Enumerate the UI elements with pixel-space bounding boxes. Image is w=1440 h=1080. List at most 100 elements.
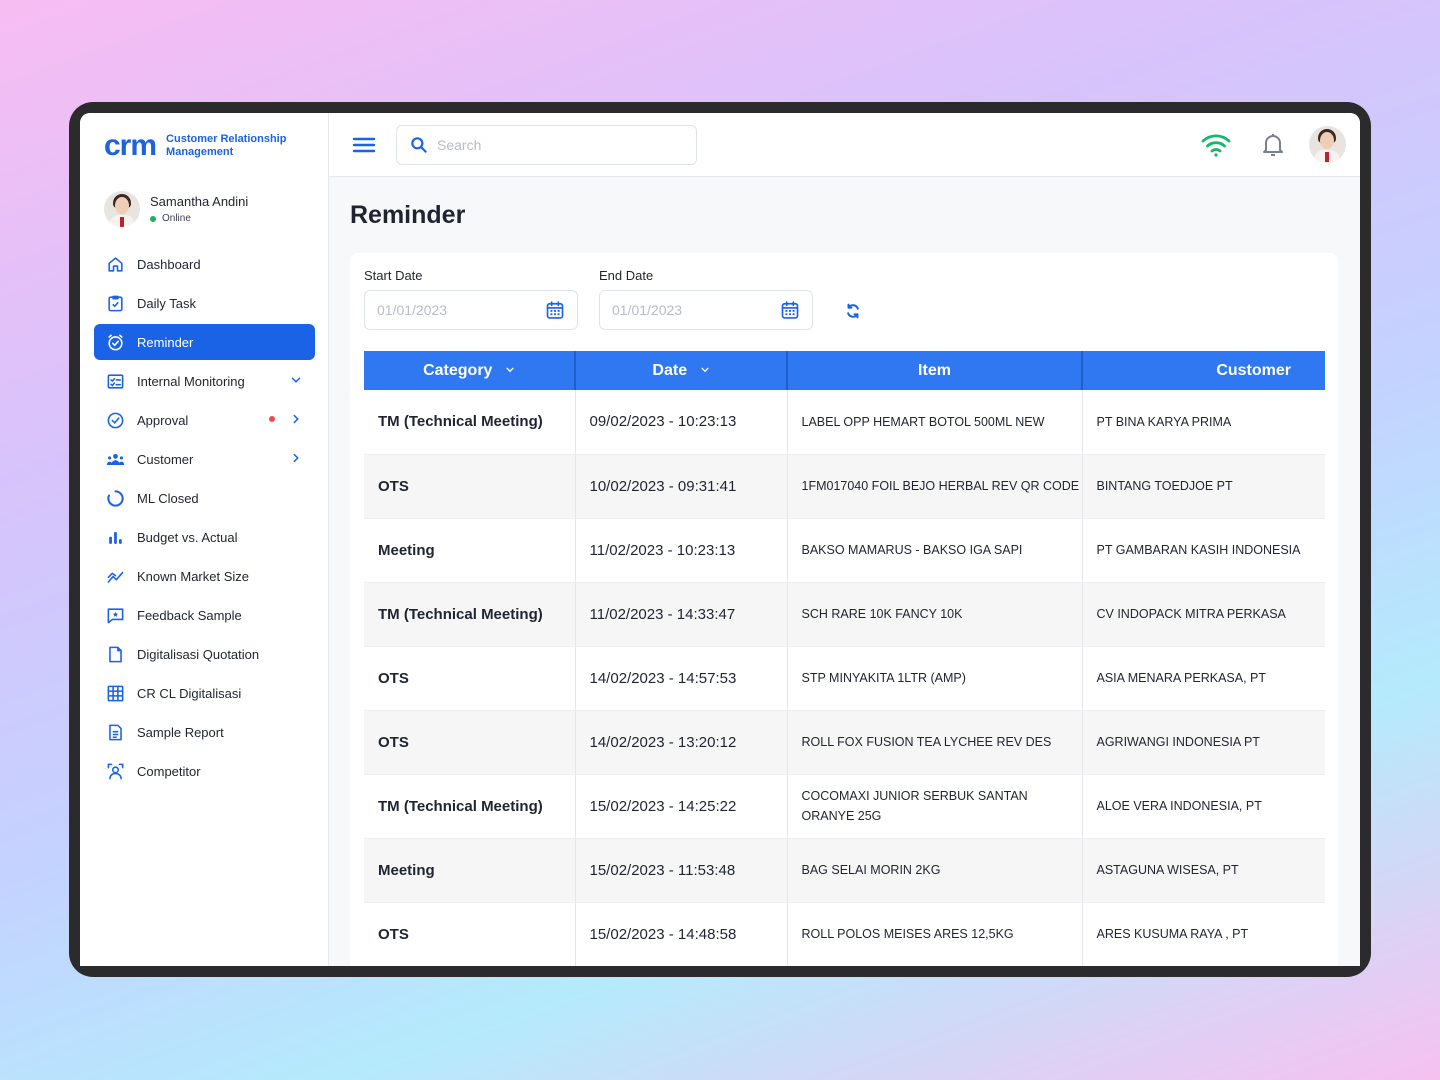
checklist-icon — [105, 371, 125, 391]
sidebar-item-known-market-size[interactable]: Known Market Size — [94, 558, 315, 594]
refresh-icon[interactable] — [844, 302, 862, 320]
chevron-right-icon[interactable] — [289, 451, 303, 465]
cell-date: 09/02/2023 - 10:23:13 — [575, 390, 788, 455]
end-date-input[interactable] — [612, 302, 762, 318]
calendar-icon[interactable] — [545, 300, 565, 320]
cell-category: Meeting — [364, 518, 576, 583]
cell-customer: AGRIWANGI INDONESIA PT — [1082, 710, 1325, 775]
cell-item: ROLL POLOS MEISES ARES 12,5KG — [787, 902, 1083, 966]
reminder-card: Start Date End Date Category Date — [350, 253, 1338, 966]
cell-customer: CV INDOPACK MITRA PERKASA — [1082, 582, 1325, 647]
sidebar-item-digitalisasi-quotation[interactable]: Digitalisasi Quotation — [94, 636, 315, 672]
sidebar-item-label: Reminder — [137, 334, 194, 350]
sidebar-item-customer[interactable]: Customer — [94, 441, 315, 477]
chevron-down-icon — [506, 367, 514, 373]
sidebar-item-label: Internal Monitoring — [137, 373, 245, 389]
profile-avatar[interactable] — [1309, 126, 1346, 163]
table-row[interactable]: TM (Technical Meeting) 15/02/2023 - 14:2… — [364, 774, 1325, 839]
column-header-date[interactable]: Date — [575, 351, 788, 390]
page-title: Reminder — [350, 201, 466, 229]
report-icon — [105, 722, 125, 742]
notification-dot-icon — [269, 416, 275, 422]
logo-line-1: Customer Relationship — [166, 133, 287, 145]
home-icon — [105, 254, 125, 274]
start-date-label: Start Date — [364, 268, 423, 283]
wifi-icon[interactable] — [1201, 132, 1231, 158]
search-icon — [411, 137, 427, 153]
sidebar-item-cr-cl-digitalisasi[interactable]: CR CL Digitalisasi — [94, 675, 315, 711]
cell-date: 14/02/2023 - 14:57:53 — [575, 646, 788, 711]
cell-item: BAKSO MAMARUS - BAKSO IGA SAPI — [787, 518, 1083, 583]
sidebar-item-label: Daily Task — [137, 295, 197, 311]
start-date-field — [364, 290, 578, 330]
chevron-right-icon[interactable] — [289, 412, 303, 426]
chevron-down-icon[interactable] — [289, 373, 303, 387]
notification-bell-icon[interactable] — [1261, 131, 1285, 159]
hamburger-menu-icon[interactable] — [351, 133, 377, 157]
cell-customer: PT BINA KARYA PRIMA — [1082, 390, 1325, 455]
cell-category: OTS — [364, 710, 576, 775]
sidebar-item-approval[interactable]: Approval — [94, 402, 315, 438]
column-header-item: Item — [787, 351, 1083, 390]
sidebar-nav: Dashboard Daily Task Reminder Internal M… — [94, 246, 315, 792]
sidebar-item-label: Approval — [137, 412, 189, 428]
start-date-input[interactable] — [377, 302, 527, 318]
cell-category: TM (Technical Meeting) — [364, 774, 576, 839]
ring-icon — [105, 488, 125, 508]
table-row[interactable]: OTS 14/02/2023 - 14:57:53 STP MINYAKITA … — [364, 646, 1325, 711]
clock-check-icon — [105, 332, 125, 352]
cell-date: 14/02/2023 - 13:20:12 — [575, 710, 788, 775]
app-logo[interactable]: crm Customer Relationship Management — [104, 129, 286, 163]
logo-text: Customer Relationship Management — [166, 133, 286, 159]
sidebar-item-daily-task[interactable]: Daily Task — [94, 285, 315, 321]
cell-category: OTS — [364, 646, 576, 711]
table-row[interactable]: OTS 15/02/2023 - 14:48:58 ROLL POLOS MEI… — [364, 902, 1325, 966]
sidebar-item-label: ML Closed — [137, 490, 199, 506]
cell-date: 15/02/2023 - 14:25:22 — [575, 774, 788, 839]
table-row[interactable]: OTS 10/02/2023 - 09:31:41 1FM017040 FOIL… — [364, 454, 1325, 519]
table-row[interactable]: Meeting 11/02/2023 - 10:23:13 BAKSO MAMA… — [364, 518, 1325, 583]
table-row[interactable]: OTS 14/02/2023 - 13:20:12 ROLL FOX FUSIO… — [364, 710, 1325, 775]
sidebar-item-competitor[interactable]: Competitor — [94, 753, 315, 789]
cell-item: ROLL FOX FUSION TEA LYCHEE REV DES — [787, 710, 1083, 775]
table-row[interactable]: TM (Technical Meeting) 11/02/2023 - 14:3… — [364, 582, 1325, 647]
column-header-category[interactable]: Category — [364, 351, 576, 390]
search-box — [396, 125, 697, 165]
cell-item: BAG SELAI MORIN 2KG — [787, 838, 1083, 903]
user-name: Samantha Andini — [150, 194, 249, 209]
cell-date: 15/02/2023 - 11:53:48 — [575, 838, 788, 903]
users-icon — [105, 449, 125, 469]
table-row[interactable]: Meeting 15/02/2023 - 11:53:48 BAG SELAI … — [364, 838, 1325, 903]
cell-item: LABEL OPP HEMART BOTOL 500ML NEW — [787, 390, 1083, 455]
sidebar-item-feedback-sample[interactable]: Feedback Sample — [94, 597, 315, 633]
calendar-icon[interactable] — [780, 300, 800, 320]
sidebar-item-reminder[interactable]: Reminder — [94, 324, 315, 360]
sidebar-item-label: Customer — [137, 451, 194, 467]
sidebar-item-budget-vs-actual[interactable]: Budget vs. Actual — [94, 519, 315, 555]
feedback-icon — [105, 605, 125, 625]
cell-date: 15/02/2023 - 14:48:58 — [575, 902, 788, 966]
cell-item: SCH RARE 10K FANCY 10K — [787, 582, 1083, 647]
cell-customer: ALOE VERA INDONESIA, PT — [1082, 774, 1325, 839]
cell-date: 10/02/2023 - 09:31:41 — [575, 454, 788, 519]
check-circle-icon — [105, 410, 125, 430]
table-row[interactable]: TM (Technical Meeting) 09/02/2023 - 10:2… — [364, 390, 1325, 455]
user-status-text: Online — [162, 213, 191, 224]
document-icon — [105, 644, 125, 664]
sidebar-item-dashboard[interactable]: Dashboard — [94, 246, 315, 282]
table-header-row: Category Date Item Customer — [364, 351, 1325, 390]
sidebar-item-sample-report[interactable]: Sample Report — [94, 714, 315, 750]
sidebar-item-internal-monitoring[interactable]: Internal Monitoring — [94, 363, 315, 399]
search-input[interactable] — [437, 137, 677, 153]
sidebar-item-ml-closed[interactable]: ML Closed — [94, 480, 315, 516]
trend-icon — [105, 566, 125, 586]
user-profile[interactable]: Samantha Andini Online — [104, 191, 248, 227]
topbar — [329, 113, 1360, 177]
column-header-label: Category — [423, 361, 493, 379]
cell-item: 1FM017040 FOIL BEJO HERBAL REV QR CODE — [787, 454, 1083, 519]
table-body: TM (Technical Meeting) 09/02/2023 - 10:2… — [364, 390, 1325, 966]
competitor-icon — [105, 761, 125, 781]
logo-line-2: Management — [166, 146, 234, 158]
end-date-label: End Date — [599, 268, 654, 283]
cell-category: Meeting — [364, 838, 576, 903]
